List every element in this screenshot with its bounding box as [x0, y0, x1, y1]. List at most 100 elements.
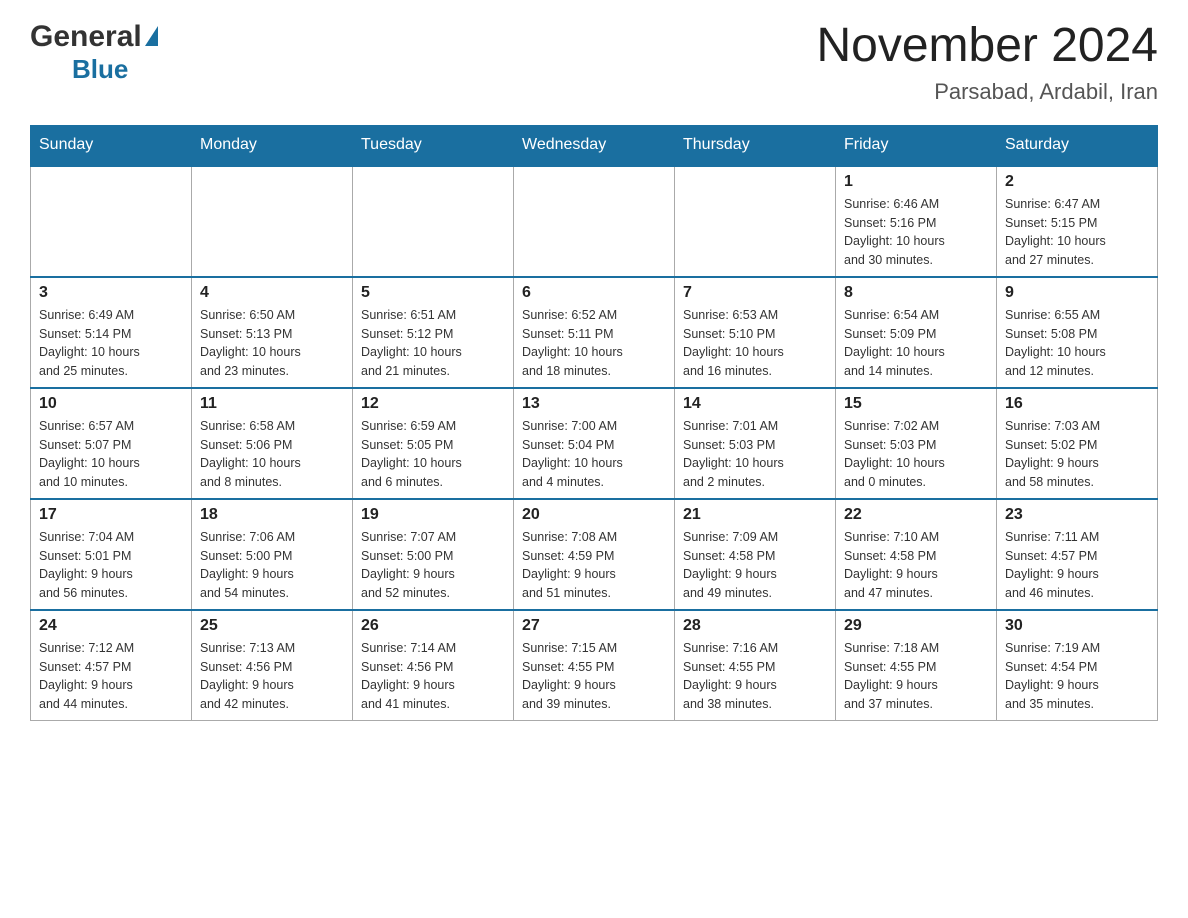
calendar-week-row: 24Sunrise: 7:12 AM Sunset: 4:57 PM Dayli…: [31, 610, 1158, 721]
calendar-day-cell: 26 Sunrise: 7:14 AM Sunset: 4:56 PM Dayli…: [353, 610, 514, 721]
calendar-day-cell: 25 Sunrise: 7:13 AM Sunset: 4:56 PM Dayli…: [192, 610, 353, 721]
day-number: 15: [844, 395, 988, 413]
calendar-day-cell: 9 Sunrise: 6:55 AM Sunset: 5:08 PM Daylig…: [997, 277, 1158, 388]
calendar-week-row: 10 Sunrise: 6:57 AM Sunset: 5:07 PM Dayli…: [31, 388, 1158, 499]
calendar-day-cell: 2 Sunrise: 6:47 AM Sunset: 5:15 PM Daylig…: [997, 165, 1158, 277]
day-info: Sunrise: 6:54 AM Sunset: 5:09 PM Dayligh…: [844, 306, 988, 381]
day-number: 28: [683, 617, 827, 635]
day-number: 14: [683, 395, 827, 413]
day-number: 23: [1005, 506, 1149, 524]
day-info: Sunrise: 7:01 AM Sunset: 5:03 PM Dayligh…: [683, 417, 827, 492]
calendar-day-cell: 4Sunrise: 6:50 AM Sunset: 5:13 PM Daylig…: [192, 277, 353, 388]
calendar-day-cell: 24Sunrise: 7:12 AM Sunset: 4:57 PM Dayli…: [31, 610, 192, 721]
day-info: Sunrise: 6:58 AM Sunset: 5:06 PM Dayligh…: [200, 417, 344, 492]
calendar-day-cell: 16 Sunrise: 7:03 AM Sunset: 5:02 PM Dayli…: [997, 388, 1158, 499]
day-info: Sunrise: 6:55 AM Sunset: 5:08 PM Dayligh…: [1005, 306, 1149, 381]
day-info: Sunrise: 7:00 AM Sunset: 5:04 PM Dayligh…: [522, 417, 666, 492]
day-info: Sunrise: 7:14 AM Sunset: 4:56 PM Dayligh…: [361, 639, 505, 714]
day-number: 30: [1005, 617, 1149, 635]
calendar-header-row: SundayMondayTuesdayWednesdayThursdayFrid…: [31, 125, 1158, 165]
calendar-day-cell: 23 Sunrise: 7:11 AM Sunset: 4:57 PM Dayli…: [997, 499, 1158, 610]
calendar-day-cell: 27 Sunrise: 7:15 AM Sunset: 4:55 PM Dayli…: [514, 610, 675, 721]
calendar-day-cell: [675, 165, 836, 277]
day-of-week-header: Tuesday: [353, 125, 514, 165]
day-info: Sunrise: 7:07 AM Sunset: 5:00 PM Dayligh…: [361, 528, 505, 603]
calendar-day-cell: 3 Sunrise: 6:49 AM Sunset: 5:14 PM Daylig…: [31, 277, 192, 388]
logo-arrow-icon: [145, 26, 158, 46]
day-number: 27: [522, 617, 666, 635]
day-number: 26: [361, 617, 505, 635]
day-number: 10: [39, 395, 183, 413]
calendar-day-cell: 30 Sunrise: 7:19 AM Sunset: 4:54 PM Dayli…: [997, 610, 1158, 721]
calendar-day-cell: 5Sunrise: 6:51 AM Sunset: 5:12 PM Daylig…: [353, 277, 514, 388]
day-info: Sunrise: 7:09 AM Sunset: 4:58 PM Dayligh…: [683, 528, 827, 603]
day-number: 16: [1005, 395, 1149, 413]
day-info: Sunrise: 7:11 AM Sunset: 4:57 PM Dayligh…: [1005, 528, 1149, 603]
day-number: 17: [39, 506, 183, 524]
day-number: 19: [361, 506, 505, 524]
day-info: Sunrise: 7:13 AM Sunset: 4:56 PM Dayligh…: [200, 639, 344, 714]
calendar-day-cell: 18 Sunrise: 7:06 AM Sunset: 5:00 PM Dayli…: [192, 499, 353, 610]
day-number: 12: [361, 395, 505, 413]
day-info: Sunrise: 7:03 AM Sunset: 5:02 PM Dayligh…: [1005, 417, 1149, 492]
calendar-day-cell: 28 Sunrise: 7:16 AM Sunset: 4:55 PM Dayli…: [675, 610, 836, 721]
calendar-day-cell: 12 Sunrise: 6:59 AM Sunset: 5:05 PM Dayli…: [353, 388, 514, 499]
calendar-week-row: 1Sunrise: 6:46 AM Sunset: 5:16 PM Daylig…: [31, 165, 1158, 277]
day-info: Sunrise: 7:08 AM Sunset: 4:59 PM Dayligh…: [522, 528, 666, 603]
logo-blue-text: Blue: [72, 54, 128, 85]
calendar-day-cell: [353, 165, 514, 277]
calendar-day-cell: 10 Sunrise: 6:57 AM Sunset: 5:07 PM Dayli…: [31, 388, 192, 499]
day-number: 11: [200, 395, 344, 413]
calendar-day-cell: [31, 165, 192, 277]
calendar-day-cell: 7Sunrise: 6:53 AM Sunset: 5:10 PM Daylig…: [675, 277, 836, 388]
day-of-week-header: Wednesday: [514, 125, 675, 165]
day-number: 5: [361, 284, 505, 302]
calendar-day-cell: 17 Sunrise: 7:04 AM Sunset: 5:01 PM Dayli…: [31, 499, 192, 610]
title-section: November 2024 Parsabad, Ardabil, Iran: [816, 20, 1158, 105]
calendar-week-row: 17 Sunrise: 7:04 AM Sunset: 5:01 PM Dayli…: [31, 499, 1158, 610]
page-header: General Blue November 2024 Parsabad, Ard…: [30, 20, 1158, 105]
day-info: Sunrise: 7:10 AM Sunset: 4:58 PM Dayligh…: [844, 528, 988, 603]
day-of-week-header: Saturday: [997, 125, 1158, 165]
calendar-day-cell: 20Sunrise: 7:08 AM Sunset: 4:59 PM Dayli…: [514, 499, 675, 610]
day-number: 22: [844, 506, 988, 524]
day-number: 6: [522, 284, 666, 302]
day-info: Sunrise: 7:19 AM Sunset: 4:54 PM Dayligh…: [1005, 639, 1149, 714]
calendar-day-cell: 13 Sunrise: 7:00 AM Sunset: 5:04 PM Dayli…: [514, 388, 675, 499]
day-info: Sunrise: 6:59 AM Sunset: 5:05 PM Dayligh…: [361, 417, 505, 492]
day-info: Sunrise: 6:53 AM Sunset: 5:10 PM Dayligh…: [683, 306, 827, 381]
day-number: 8: [844, 284, 988, 302]
day-info: Sunrise: 6:52 AM Sunset: 5:11 PM Dayligh…: [522, 306, 666, 381]
day-number: 25: [200, 617, 344, 635]
day-info: Sunrise: 7:12 AM Sunset: 4:57 PM Dayligh…: [39, 639, 183, 714]
day-number: 9: [1005, 284, 1149, 302]
logo: General Blue: [30, 20, 158, 85]
day-info: Sunrise: 7:18 AM Sunset: 4:55 PM Dayligh…: [844, 639, 988, 714]
day-info: Sunrise: 6:46 AM Sunset: 5:16 PM Dayligh…: [844, 195, 988, 270]
day-number: 2: [1005, 173, 1149, 191]
day-number: 3: [39, 284, 183, 302]
day-info: Sunrise: 6:47 AM Sunset: 5:15 PM Dayligh…: [1005, 195, 1149, 270]
calendar-day-cell: 14 Sunrise: 7:01 AM Sunset: 5:03 PM Dayli…: [675, 388, 836, 499]
calendar-week-row: 3 Sunrise: 6:49 AM Sunset: 5:14 PM Daylig…: [31, 277, 1158, 388]
day-number: 21: [683, 506, 827, 524]
day-number: 18: [200, 506, 344, 524]
day-info: Sunrise: 7:16 AM Sunset: 4:55 PM Dayligh…: [683, 639, 827, 714]
calendar-day-cell: 6 Sunrise: 6:52 AM Sunset: 5:11 PM Daylig…: [514, 277, 675, 388]
day-info: Sunrise: 7:15 AM Sunset: 4:55 PM Dayligh…: [522, 639, 666, 714]
day-of-week-header: Monday: [192, 125, 353, 165]
calendar-day-cell: 1Sunrise: 6:46 AM Sunset: 5:16 PM Daylig…: [836, 165, 997, 277]
calendar-day-cell: 29Sunrise: 7:18 AM Sunset: 4:55 PM Dayli…: [836, 610, 997, 721]
logo-general-text: General: [30, 20, 142, 54]
calendar-table: SundayMondayTuesdayWednesdayThursdayFrid…: [30, 125, 1158, 721]
calendar-day-cell: 21 Sunrise: 7:09 AM Sunset: 4:58 PM Dayli…: [675, 499, 836, 610]
day-info: Sunrise: 7:06 AM Sunset: 5:00 PM Dayligh…: [200, 528, 344, 603]
day-number: 13: [522, 395, 666, 413]
day-info: Sunrise: 6:50 AM Sunset: 5:13 PM Dayligh…: [200, 306, 344, 381]
day-info: Sunrise: 6:57 AM Sunset: 5:07 PM Dayligh…: [39, 417, 183, 492]
calendar-day-cell: [514, 165, 675, 277]
day-info: Sunrise: 6:49 AM Sunset: 5:14 PM Dayligh…: [39, 306, 183, 381]
day-of-week-header: Friday: [836, 125, 997, 165]
calendar-day-cell: 19 Sunrise: 7:07 AM Sunset: 5:00 PM Dayli…: [353, 499, 514, 610]
day-info: Sunrise: 7:04 AM Sunset: 5:01 PM Dayligh…: [39, 528, 183, 603]
